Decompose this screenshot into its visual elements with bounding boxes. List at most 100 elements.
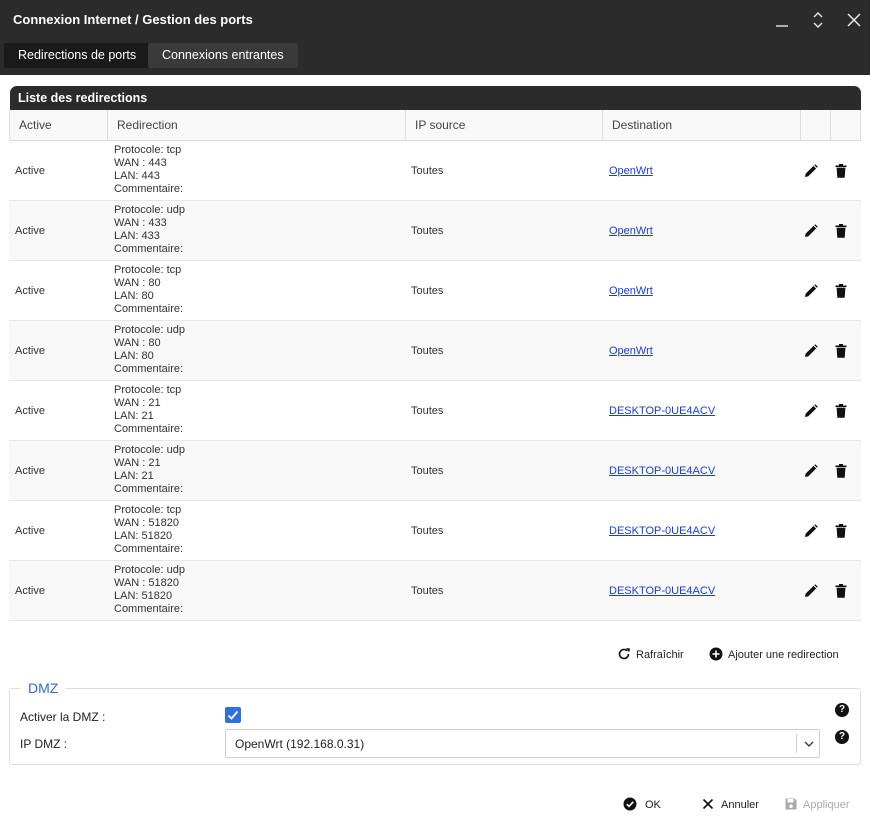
tab-port-forwarding[interactable]: Redirections de ports <box>4 43 151 68</box>
edit-pencil-icon[interactable] <box>804 584 818 598</box>
row-protocol: Protocole: tcp <box>114 384 182 396</box>
row-wan-port: WAN : 51820 <box>114 577 180 589</box>
row-ip-source: Toutes <box>411 525 444 537</box>
help-icon[interactable]: ? <box>835 730 849 744</box>
row-redirection: Protocole: tcp WAN : 21 LAN: 21 Commentaire… <box>114 384 183 436</box>
refresh-label: Rafraîchir <box>636 649 684 661</box>
row-protocol: Protocole: tcp <box>114 264 182 276</box>
restore-icon[interactable] <box>804 6 832 34</box>
row-comment: Commentaire: <box>114 543 184 555</box>
close-icon[interactable] <box>840 6 868 34</box>
row-comment: Commentaire: <box>114 363 184 375</box>
checkmark-icon <box>227 710 239 720</box>
delete-trash-icon[interactable] <box>835 164 847 178</box>
edit-pencil-icon[interactable] <box>804 224 818 238</box>
row-active-status: Active <box>15 225 45 237</box>
row-active-status: Active <box>15 585 45 597</box>
tab-incoming-connections[interactable]: Connexions entrantes <box>148 43 298 68</box>
column-header-destination[interactable]: Destination <box>603 110 801 141</box>
apply-button[interactable]: Appliquer <box>784 797 849 811</box>
dmz-enable-checkbox[interactable] <box>225 707 241 723</box>
row-comment: Commentaire: <box>114 183 184 195</box>
delete-trash-icon[interactable] <box>835 524 847 538</box>
dmz-ip-label: IP DMZ : <box>20 737 68 751</box>
row-ip-source: Toutes <box>411 465 444 477</box>
table-row: Active Protocole: tcp WAN : 21 LAN: 21 Comme… <box>9 381 861 441</box>
ok-button[interactable]: OK <box>623 797 661 811</box>
row-wan-port: WAN : 443 <box>114 157 167 169</box>
select-divider <box>796 734 797 753</box>
row-redirection: Protocole: udp WAN : 433 LAN: 433 Commentai… <box>114 204 185 256</box>
delete-trash-icon[interactable] <box>835 464 847 478</box>
row-protocol: Protocole: tcp <box>114 144 182 156</box>
row-comment: Commentaire: <box>114 603 184 615</box>
delete-trash-icon[interactable] <box>835 584 847 598</box>
row-destination-link[interactable]: OpenWrt <box>609 285 653 297</box>
table-row: Active Protocole: tcp WAN : 443 LAN: 443 Com… <box>9 141 861 201</box>
row-wan-port: WAN : 21 <box>114 457 161 469</box>
row-lan-port: LAN: 443 <box>114 170 160 182</box>
row-comment: Commentaire: <box>114 483 184 495</box>
minimize-icon[interactable] <box>768 6 796 34</box>
dmz-fieldset: DMZ Activer la DMZ : IP DMZ : OpenWrt (1… <box>9 680 861 765</box>
row-ip-source: Toutes <box>411 585 444 597</box>
edit-pencil-icon[interactable] <box>804 404 818 418</box>
dmz-ip-value: OpenWrt (192.168.0.31) <box>235 737 365 751</box>
column-header-delete <box>831 110 861 141</box>
column-header-edit <box>801 110 831 141</box>
dmz-ip-select[interactable]: OpenWrt (192.168.0.31) <box>225 729 820 758</box>
check-circle-icon <box>623 797 637 811</box>
row-protocol: Protocole: tcp <box>114 504 182 516</box>
dmz-legend: DMZ <box>20 680 67 696</box>
row-active-status: Active <box>15 285 45 297</box>
row-lan-port: LAN: 21 <box>114 470 154 482</box>
refresh-button[interactable]: Rafraîchir <box>617 647 684 661</box>
edit-pencil-icon[interactable] <box>804 524 818 538</box>
edit-pencil-icon[interactable] <box>804 284 818 298</box>
column-header-active[interactable]: Active <box>10 110 108 141</box>
row-protocol: Protocole: udp <box>114 204 185 216</box>
delete-trash-icon[interactable] <box>835 284 847 298</box>
titlebar: Connexion Internet / Gestion des ports R… <box>0 0 870 75</box>
table-row: Active Protocole: udp WAN : 51820 LAN: 5182… <box>9 561 861 621</box>
row-destination-link[interactable]: DESKTOP-0UE4ACV <box>609 405 715 417</box>
edit-pencil-icon[interactable] <box>804 164 818 178</box>
save-icon <box>785 798 797 810</box>
dmz-enable-label: Activer la DMZ : <box>20 710 106 724</box>
row-active-status: Active <box>15 165 45 177</box>
help-icon[interactable]: ? <box>835 703 849 717</box>
add-redirection-button[interactable]: Ajouter une redirection <box>709 647 839 661</box>
row-destination-link[interactable]: DESKTOP-0UE4ACV <box>609 465 715 477</box>
edit-pencil-icon[interactable] <box>804 344 818 358</box>
delete-trash-icon[interactable] <box>835 404 847 418</box>
window-title: Connexion Internet / Gestion des ports <box>13 12 253 27</box>
table-header: Active Redirection IP source Destination <box>9 110 861 141</box>
row-redirection: Protocole: udp WAN : 80 LAN: 80 Commentaire… <box>114 324 185 376</box>
row-destination-link[interactable]: DESKTOP-0UE4ACV <box>609 525 715 537</box>
table-row: Active Protocole: tcp WAN : 80 LAN: 80 Comme… <box>9 261 861 321</box>
table-row: Active Protocole: udp WAN : 21 LAN: 21 Comme… <box>9 441 861 501</box>
row-comment: Commentaire: <box>114 303 184 315</box>
row-destination-link[interactable]: OpenWrt <box>609 345 653 357</box>
row-lan-port: LAN: 51820 <box>114 530 173 542</box>
row-wan-port: WAN : 80 <box>114 337 161 349</box>
column-header-ip-source[interactable]: IP source <box>406 110 603 141</box>
table-row: Active Protocole: udp WAN : 80 LAN: 80 Comme… <box>9 321 861 381</box>
chevron-down-icon <box>804 741 814 747</box>
delete-trash-icon[interactable] <box>835 344 847 358</box>
column-header-redirection[interactable]: Redirection <box>108 110 406 141</box>
row-destination-link[interactable]: OpenWrt <box>609 165 653 177</box>
ok-label: OK <box>645 799 661 811</box>
add-redirection-label: Ajouter une redirection <box>728 649 839 661</box>
row-active-status: Active <box>15 345 45 357</box>
row-ip-source: Toutes <box>411 165 444 177</box>
table-body: Active Protocole: tcp WAN : 443 LAN: 443 Com… <box>9 141 861 621</box>
edit-pencil-icon[interactable] <box>804 464 818 478</box>
row-protocol: Protocole: udp <box>114 564 185 576</box>
refresh-icon <box>618 648 630 660</box>
delete-trash-icon[interactable] <box>835 224 847 238</box>
row-destination-link[interactable]: OpenWrt <box>609 225 653 237</box>
cancel-button[interactable]: Annuler <box>701 797 759 811</box>
row-active-status: Active <box>15 405 45 417</box>
row-destination-link[interactable]: DESKTOP-0UE4ACV <box>609 585 715 597</box>
